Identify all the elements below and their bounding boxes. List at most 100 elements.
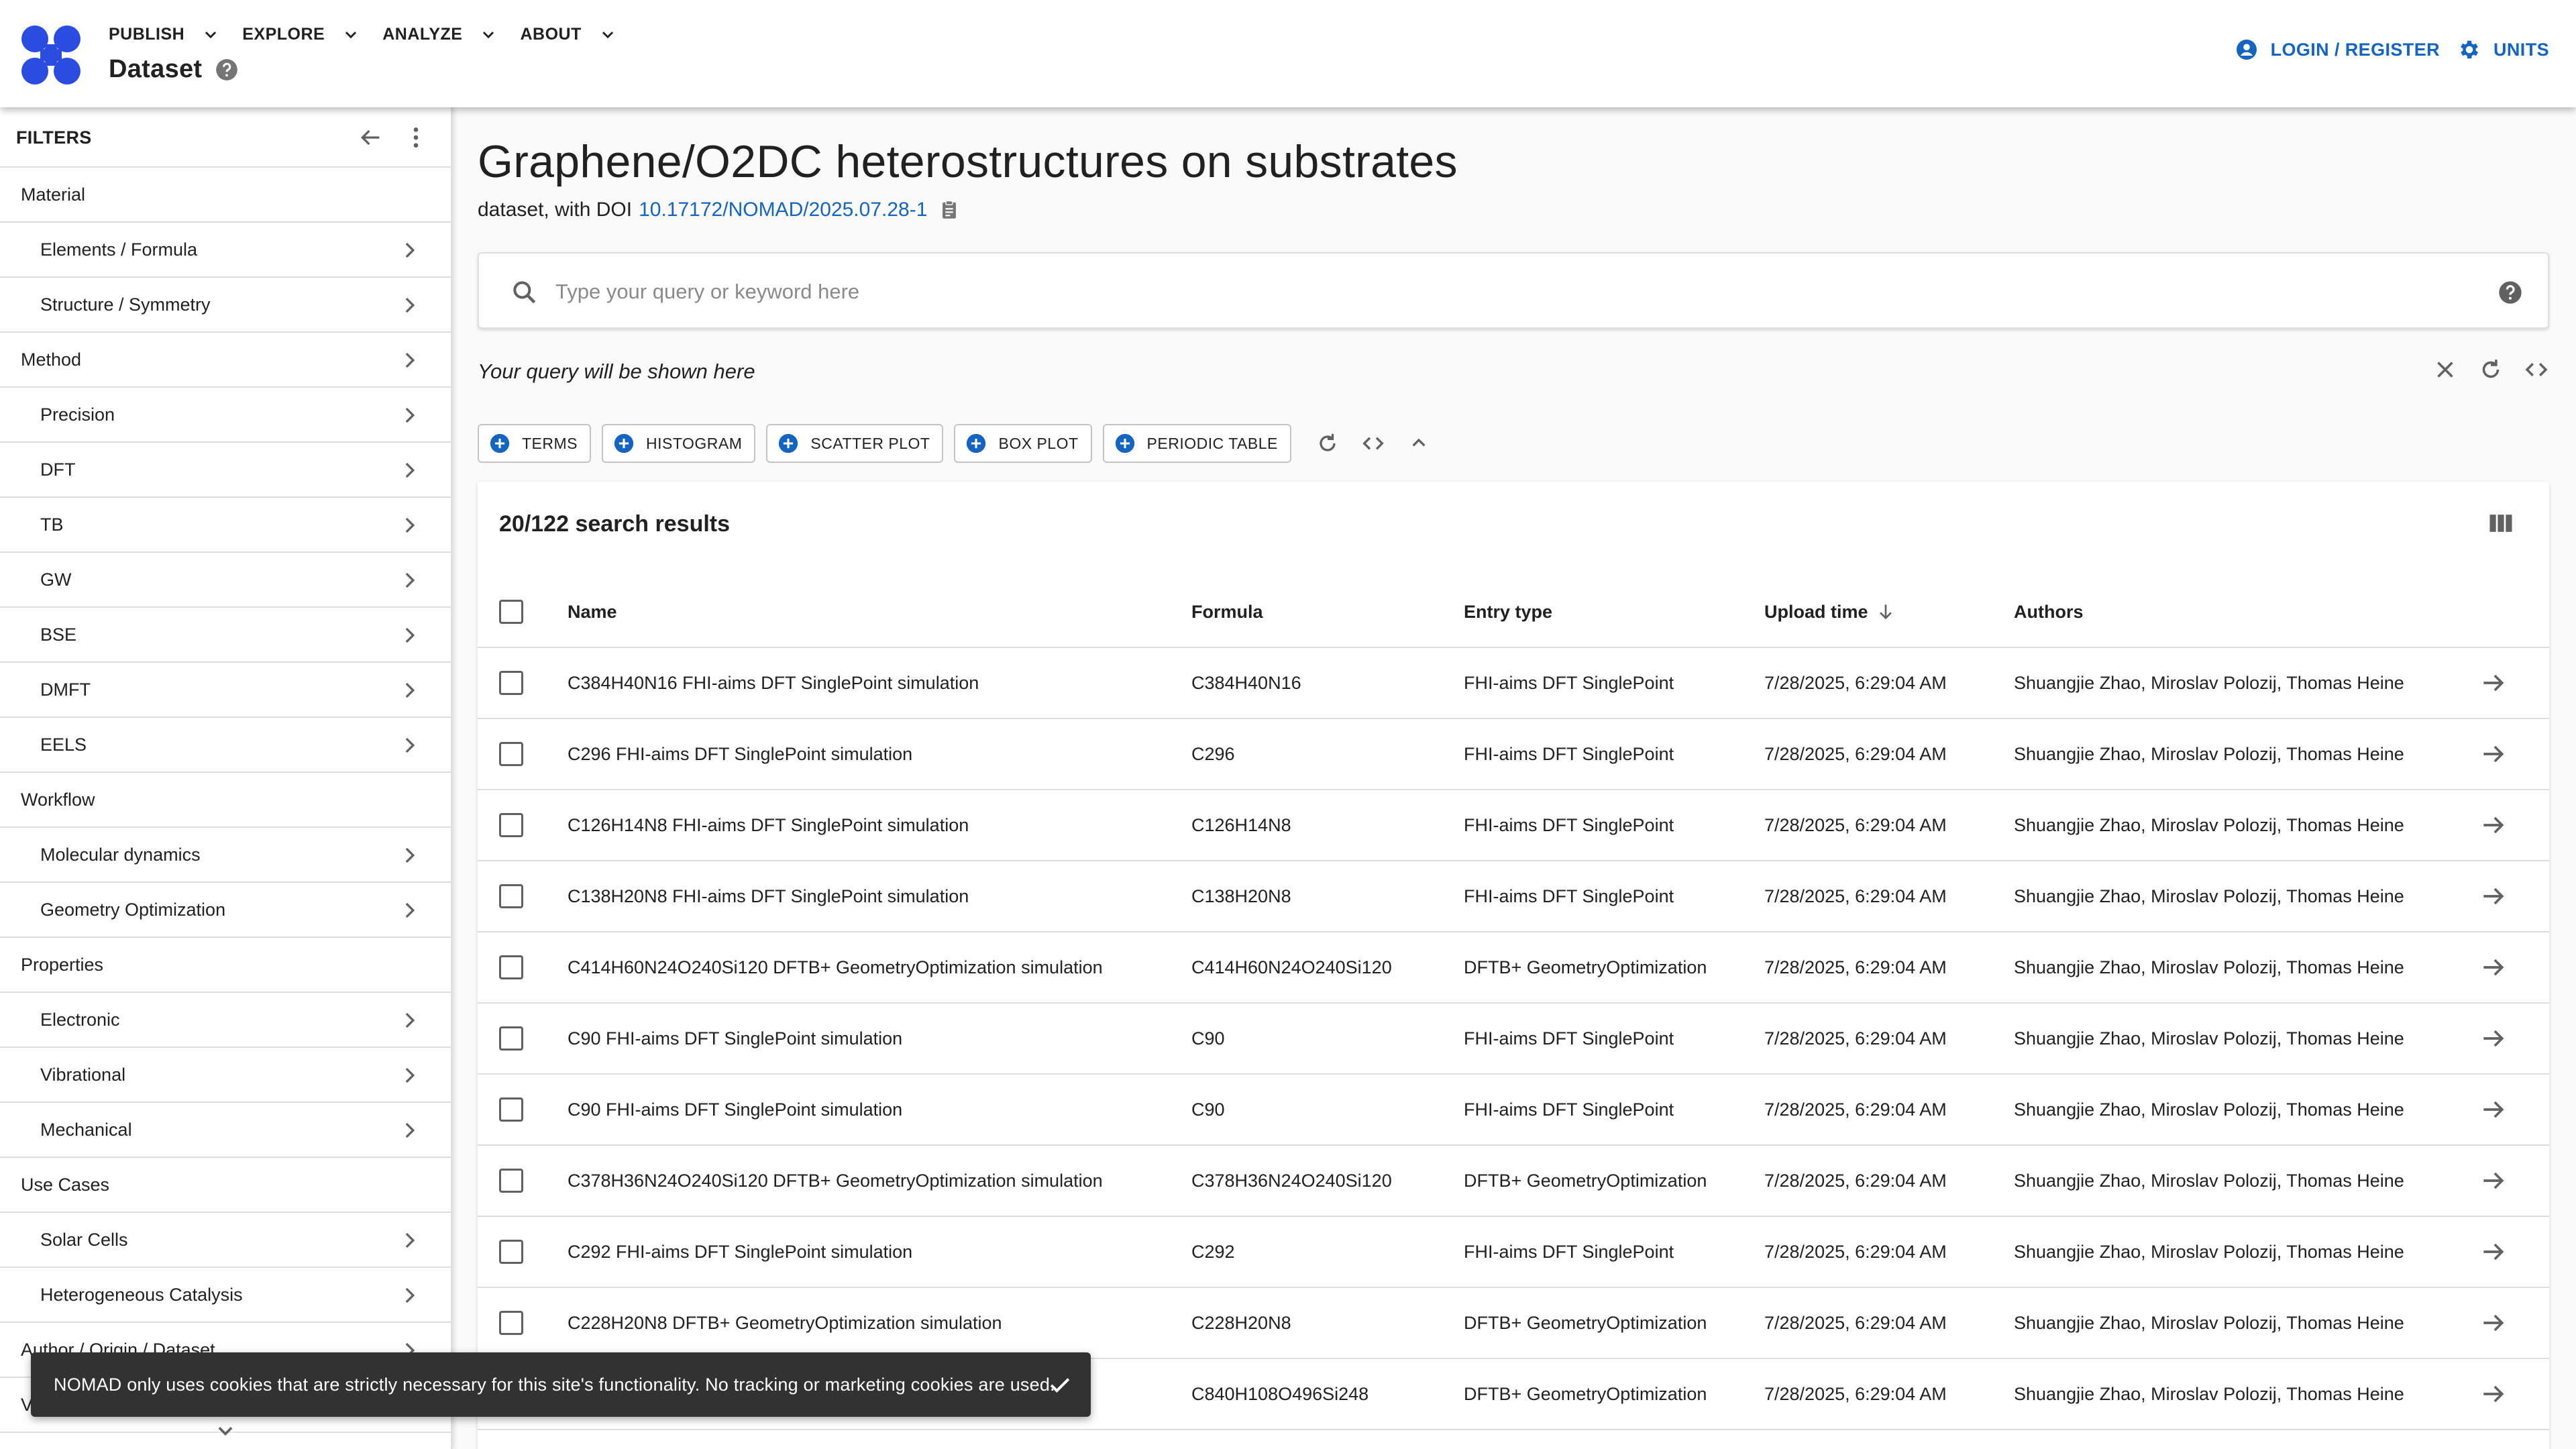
sidebar-item-dft[interactable]: DFT [0, 443, 451, 498]
open-entry-button[interactable] [2479, 1075, 2510, 1144]
open-entry-button[interactable] [2479, 1288, 2510, 1358]
nav-analyze[interactable]: ANALYZE [382, 23, 500, 46]
open-entry-button[interactable] [2479, 790, 2510, 860]
row-checkbox[interactable] [499, 932, 526, 1002]
col-header-upload-time[interactable]: Upload time [1764, 577, 1896, 647]
more-vert-icon[interactable] [402, 124, 429, 151]
row-checkbox[interactable] [499, 1004, 526, 1073]
doi-link[interactable]: 10.17172/NOMAD/2025.07.28-1 [639, 199, 927, 221]
open-entry-button[interactable] [2479, 1004, 2510, 1073]
cell-authors: Shuangjie Zhao, Miroslav Polozij, Thomas… [2014, 814, 2404, 835]
help-icon[interactable] [214, 57, 239, 83]
open-entry-button[interactable] [2479, 1217, 2510, 1287]
row-checkbox[interactable] [499, 1146, 526, 1216]
sidebar-item-use-cases[interactable]: Use Cases [0, 1158, 451, 1213]
table-row[interactable]: C228H20N8 DFTB+ GeometryOptimization sim… [478, 1288, 2549, 1359]
open-entry-button[interactable] [2479, 861, 2510, 931]
top-app-bar: PUBLISH EXPLORE ANALYZE ABOUT Dataset LO… [0, 0, 2576, 107]
row-checkbox[interactable] [499, 719, 526, 789]
nav-explore[interactable]: EXPLORE [242, 23, 362, 46]
col-header-formula[interactable]: Formula [1191, 577, 1263, 647]
table-row[interactable]: C378H36N24O240Si120 DFTB+ GeometryOptimi… [478, 1146, 2549, 1217]
chevron-right-icon [405, 902, 415, 918]
add-scatter-plot-widget-button[interactable]: SCATTER PLOT [766, 424, 944, 463]
search-input[interactable] [555, 274, 2434, 310]
login-register-button[interactable]: LOGIN / REGISTER [2235, 38, 2440, 62]
col-header-name[interactable]: Name [568, 577, 617, 647]
col-header-entry-type[interactable]: Entry type [1464, 577, 1552, 647]
open-entry-button[interactable] [2479, 1146, 2510, 1216]
sidebar-item-bse[interactable]: BSE [0, 608, 451, 663]
login-register-label: LOGIN / REGISTER [2270, 39, 2440, 60]
reset-icon[interactable] [1314, 430, 1341, 457]
select-all-checkbox[interactable] [499, 577, 526, 647]
sidebar-item-tb[interactable]: TB [0, 498, 451, 553]
sidebar-item-material[interactable]: Material [0, 168, 451, 223]
row-checkbox[interactable] [499, 1075, 526, 1144]
sidebar-item-precision[interactable]: Precision [0, 388, 451, 443]
row-checkbox[interactable] [499, 648, 526, 718]
sidebar-item-mechanical[interactable]: Mechanical [0, 1103, 451, 1158]
units-button[interactable]: UNITS [2457, 38, 2549, 62]
add-box-plot-widget-button[interactable]: BOX PLOT [954, 424, 1092, 463]
row-checkbox[interactable] [499, 790, 526, 860]
arrow-back-icon[interactable] [357, 124, 384, 151]
clipboard-icon[interactable] [938, 199, 961, 221]
row-checkbox[interactable] [499, 1288, 526, 1358]
table-row[interactable]: C296 FHI-aims DFT SinglePoint simulation… [478, 719, 2549, 790]
sidebar-item-dmft[interactable]: DMFT [0, 663, 451, 718]
sidebar-item-gw[interactable]: GW [0, 553, 451, 608]
table-row[interactable]: C138H20N8 FHI-aims DFT SinglePoint simul… [478, 861, 2549, 932]
sidebar-item-eels[interactable]: EELS [0, 718, 451, 773]
chevron-up-icon[interactable] [1405, 430, 1432, 457]
arrow-forward-icon [2483, 888, 2504, 905]
code-icon[interactable] [2522, 356, 2551, 384]
help-icon[interactable] [2497, 279, 2524, 306]
nav-about[interactable]: ABOUT [520, 23, 619, 46]
table-row[interactable]: C292 FHI-aims DFT SinglePoint simulation… [478, 1217, 2549, 1288]
table-row[interactable]: C384H40N16 FHI-aims DFT SinglePoint simu… [478, 648, 2549, 719]
checkbox-box [499, 742, 523, 766]
add-periodic-table-widget-button[interactable]: PERIODIC TABLE [1102, 424, 1291, 463]
table-row[interactable]: C90 FHI-aims DFT SinglePoint simulation C… [478, 1075, 2549, 1146]
add-histogram-widget-button[interactable]: HISTOGRAM [602, 424, 756, 463]
row-checkbox[interactable] [499, 1217, 526, 1287]
sidebar-item-workflow[interactable]: Workflow [0, 773, 451, 828]
view-columns-icon[interactable] [2486, 508, 2516, 538]
col-header-authors[interactable]: Authors [2014, 577, 2084, 647]
nav-publish[interactable]: PUBLISH [109, 23, 222, 46]
open-entry-button[interactable] [2479, 1359, 2510, 1429]
sidebar-item-method[interactable]: Method [0, 333, 451, 388]
open-entry-button[interactable] [2479, 932, 2510, 1002]
sidebar-item-solar-cells[interactable]: Solar Cells [0, 1213, 451, 1268]
nomad-logo[interactable] [20, 24, 82, 86]
sidebar-item-electronic[interactable]: Electronic [0, 993, 451, 1048]
check-icon[interactable] [1045, 1370, 1075, 1399]
chevron-right-icon [405, 352, 415, 368]
reset-icon[interactable] [2477, 356, 2505, 384]
sidebar-item-structure-symmetry[interactable]: Structure / Symmetry [0, 278, 451, 333]
sidebar-item-heterogeneous-catalysis[interactable]: Heterogeneous Catalysis [0, 1268, 451, 1323]
add-terms-widget-button[interactable]: TERMS [478, 424, 591, 463]
table-row[interactable]: C126H14N8 FHI-aims DFT SinglePoint simul… [478, 790, 2549, 861]
open-entry-button[interactable] [2479, 719, 2510, 789]
sidebar-item-elements-formula[interactable]: Elements / Formula [0, 223, 451, 278]
sidebar-item-molecular-dynamics[interactable]: Molecular dynamics [0, 828, 451, 883]
sidebar-item-properties[interactable]: Properties [0, 938, 451, 993]
cell-upload-time: 7/28/2025, 6:29:04 AM [1764, 672, 1947, 693]
nav-analyze-label: ANALYZE [382, 24, 463, 44]
code-icon[interactable] [1360, 430, 1387, 457]
table-row[interactable]: C414H60N24O240Si120 DFTB+ GeometryOptimi… [478, 932, 2549, 1004]
chevron-right-icon [405, 1067, 415, 1083]
row-checkbox[interactable] [499, 861, 526, 931]
cell-upload-time: 7/28/2025, 6:29:04 AM [1764, 743, 1947, 764]
account-circle-icon [2236, 40, 2257, 60]
sidebar-item-vibrational[interactable]: Vibrational [0, 1048, 451, 1103]
table-row[interactable]: C90 FHI-aims DFT SinglePoint simulation C… [478, 1004, 2549, 1075]
sidebar-item-label: Workflow [21, 789, 95, 810]
chevron-down-icon[interactable] [211, 1415, 240, 1445]
open-entry-button[interactable] [2479, 648, 2510, 718]
sidebar-item-geometry-optimization[interactable]: Geometry Optimization [0, 883, 451, 938]
cell-entry-type: DFTB+ GeometryOptimization [1464, 1312, 1707, 1333]
close-icon[interactable] [2431, 356, 2459, 384]
